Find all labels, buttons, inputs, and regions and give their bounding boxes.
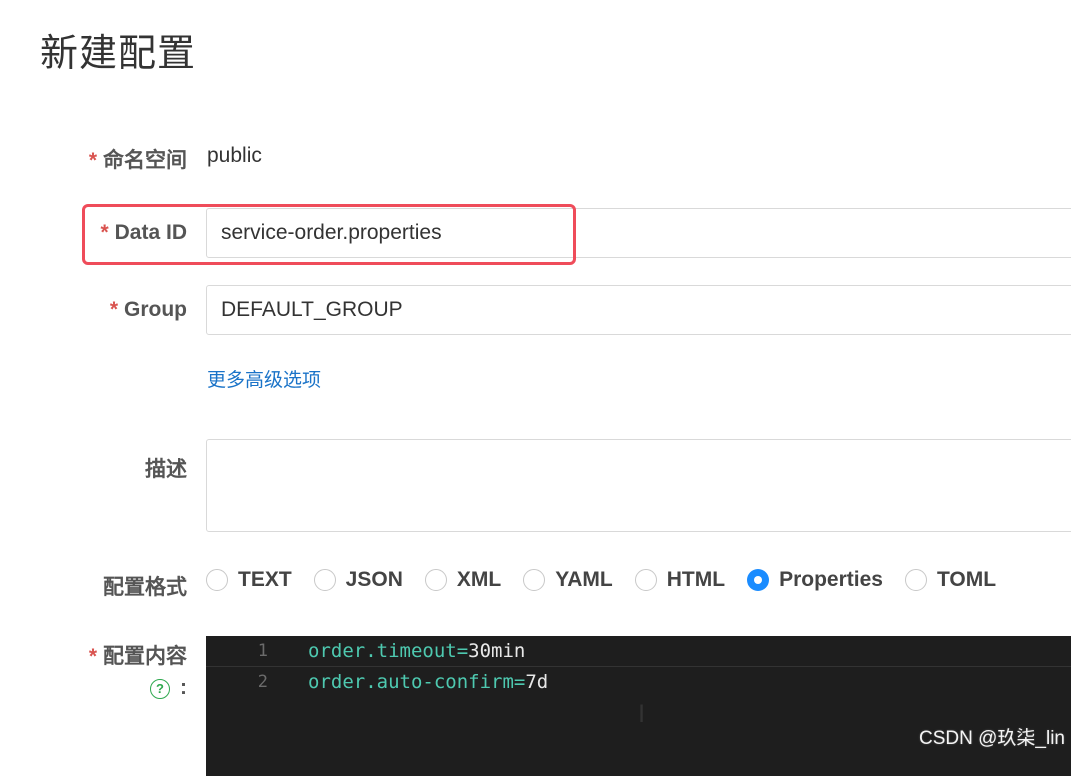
required-mark: * [109,298,118,321]
required-mark: * [88,645,97,668]
text-cursor-icon: I [638,700,646,728]
content-colon: : [180,676,187,699]
radio-icon[interactable] [206,569,228,591]
code-equals: = [456,640,469,662]
code-key: order.timeout [308,640,457,662]
format-option-text[interactable]: TEXT [206,568,292,592]
watermark: CSDN @玖柒_lin [919,728,1065,749]
required-mark: * [88,149,97,172]
code-text: order.timeout=30min [308,636,525,667]
format-label: 配置格式 [103,576,187,599]
radio-icon[interactable] [904,569,927,591]
content-label: * 配置内容 [88,645,187,668]
page-title: 新建配置 [40,33,197,75]
radio-label: JSON [345,568,403,591]
namespace-label: * 命名空间 [88,149,187,172]
namespace-value: public [207,144,262,167]
format-option-xml[interactable]: XML [424,568,502,592]
radio-label: HTML [666,568,726,591]
code-equals: = [513,671,526,693]
editor-line[interactable]: 2 order.auto-confirm=7d [206,667,1071,698]
group-label: * Group [109,298,187,321]
radio-label: XML [456,568,502,591]
help-icon[interactable]: ? [150,679,170,699]
group-input[interactable]: DEFAULT_GROUP [206,285,1071,335]
radio-icon[interactable] [523,569,546,591]
format-option-properties[interactable]: Properties [747,568,883,592]
radio-label: Properties [779,568,883,591]
code-value: 30min [468,640,526,662]
format-radio-group: TEXT JSON XML YAML HTML Properties TOML [206,568,1018,592]
format-option-toml[interactable]: TOML [904,568,997,592]
description-label: 描述 [145,458,187,481]
format-option-html[interactable]: HTML [634,568,726,592]
radio-icon[interactable] [634,569,657,591]
code-key: order.auto-confirm [308,671,514,693]
radio-label: TOML [936,568,997,591]
data-id-highlight-box [82,204,576,265]
editor-line[interactable]: 1 order.timeout=30min [206,636,1071,667]
description-textarea[interactable] [206,439,1071,532]
code-value: 7d [525,671,549,693]
radio-icon[interactable] [313,569,336,591]
radio-icon[interactable] [747,569,770,591]
format-option-yaml[interactable]: YAML [523,568,613,592]
format-option-json[interactable]: JSON [313,568,403,592]
advanced-options-link[interactable]: 更多高级选项 [207,365,321,392]
line-number: 1 [257,641,268,661]
radio-label: TEXT [238,568,292,591]
radio-icon[interactable] [424,569,447,591]
line-number: 2 [257,672,268,692]
code-text: order.auto-confirm=7d [308,667,548,698]
radio-label: YAML [555,568,613,591]
